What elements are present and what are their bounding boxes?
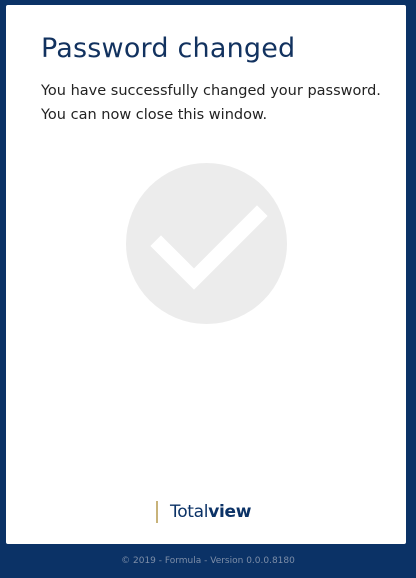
page-title: Password changed xyxy=(41,33,296,64)
brand-logo: Totalview xyxy=(156,501,251,523)
brand-name-light: Total xyxy=(170,502,209,522)
brand-name: Totalview xyxy=(170,502,251,522)
brand-name-bold: view xyxy=(208,502,252,522)
confirmation-card: Password changed You have successfully c… xyxy=(6,5,406,544)
brand-divider xyxy=(156,501,158,523)
success-message: You have successfully changed your passw… xyxy=(41,79,401,127)
success-message-line-1: You have successfully changed your passw… xyxy=(41,83,381,99)
success-message-line-2: You can now close this window. xyxy=(41,107,268,123)
footer-version: © 2019 - Formula - Version 0.0.0.8180 xyxy=(121,556,295,566)
checkmark-icon xyxy=(126,163,287,324)
